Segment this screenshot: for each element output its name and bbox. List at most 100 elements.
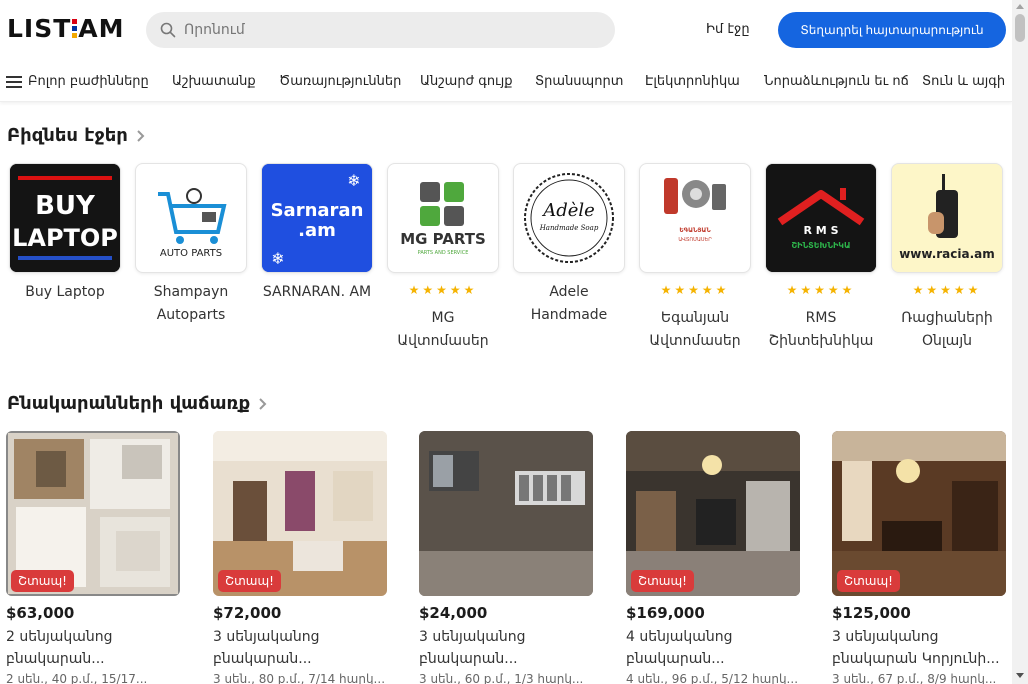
svg-text:LAPTOP: LAPTOP (12, 224, 118, 252)
listing-meta: 3 սեն., 67 ք.մ., 8/9 հարկ... (832, 672, 997, 684)
nav-item-fashion[interactable]: Նորաձևություն եւ ոճ (764, 74, 909, 89)
rating-stars: ★★★★★ (786, 283, 856, 297)
svg-text:❄: ❄ (271, 249, 284, 268)
rating-stars: ★★★★★ (912, 283, 982, 297)
listing-card[interactable]: Շտապ! $63,000 2 սենյականոց բնակարան... 2… (6, 431, 180, 684)
svg-text:ԱՎՏՈՄԱՍԵՐ: ԱՎՏՈՄԱՍԵՐ (678, 237, 712, 243)
chevron-right-icon (137, 129, 145, 142)
nav-item-jobs[interactable]: Աշխատանք (172, 74, 256, 89)
business-card[interactable]: BUY LAPTOP Buy Laptop (9, 163, 121, 304)
listing-price: $63,000 (6, 604, 75, 622)
business-card[interactable]: AUTO PARTS Shampayn Autoparts (135, 163, 247, 327)
scrollbar-thumb[interactable] (1015, 14, 1025, 42)
svg-text:.am: .am (298, 220, 336, 241)
business-logo: R M S ՇԻՆՏԵԽՆԻԿԱ (765, 163, 877, 273)
chevron-right-icon (259, 397, 267, 410)
business-name: Adele Handmade (530, 284, 608, 323)
business-name: SARNARAN. AM (262, 284, 372, 300)
nav-item-home-garden[interactable]: Տուն և այգի (922, 74, 1005, 89)
listing-price: $24,000 (419, 604, 488, 622)
business-card[interactable]: R M S ՇԻՆՏԵԽՆԻԿԱ ★★★★★ RMS Շինտեխնիկա (765, 163, 877, 353)
svg-text:MG PARTS: MG PARTS (400, 230, 486, 248)
search-icon (160, 22, 176, 38)
svg-text:ՇԻՆՏԵԽՆԻԿԱ: ՇԻՆՏԵԽՆԻԿԱ (791, 241, 850, 250)
listing-card[interactable]: Շտապ! $72,000 3 սենյականոց բնակարան... 3… (213, 431, 387, 684)
svg-text:Sarnaran: Sarnaran (271, 200, 364, 221)
business-logo: MG PARTS PARTS AND SERVICE (387, 163, 499, 273)
nav-item-all-categories[interactable]: Բոլոր բաժինները (28, 74, 149, 89)
nav-item-vehicles[interactable]: Տրանսպորտ (535, 74, 623, 89)
business-pages-heading[interactable]: Բիզնես էջեր (7, 125, 145, 146)
listing-price: $125,000 (832, 604, 911, 622)
business-logo: BUY LAPTOP (9, 163, 121, 273)
apartments-heading[interactable]: Բնակարանների վաճառք (7, 393, 267, 414)
listing-title: 4 սենյականոց բնակարան... (626, 629, 733, 667)
business-name: Ռացիաների Օնլայն (901, 310, 993, 349)
listing-meta: 3 սեն., 60 ք.մ., 1/3 հարկ... (419, 672, 584, 684)
logo-text-left: LIST (7, 14, 72, 43)
business-card[interactable]: Adèle Handmade Soap Adele Handmade (513, 163, 625, 327)
svg-text:BUY: BUY (35, 191, 96, 221)
page-scrollbar[interactable] (1012, 0, 1028, 684)
listing-photo: Շտապ! (213, 431, 387, 596)
svg-text:Adèle: Adèle (541, 200, 595, 221)
listing-title: 3 սենյականոց բնակարան... (213, 629, 320, 667)
listing-card[interactable]: Շտապ! $169,000 4 սենյականոց բնակարան... … (626, 431, 800, 684)
business-card[interactable]: MG PARTS PARTS AND SERVICE ★★★★★ MG Ավտո… (387, 163, 499, 353)
urgent-badge: Շտապ! (837, 570, 900, 592)
svg-text:PARTS AND SERVICE: PARTS AND SERVICE (418, 250, 469, 256)
listing-meta: 4 սեն., 96 ք.մ., 5/12 հարկ... (626, 672, 799, 684)
business-name: Buy Laptop (25, 284, 105, 300)
business-name: RMS Շինտեխնիկա (768, 310, 874, 349)
business-logo: Adèle Handmade Soap (513, 163, 625, 273)
business-logo: ԵԳԱՆՅԱՆ ԱՎՏՈՄԱՍԵՐ (639, 163, 751, 273)
listing-photo (419, 431, 593, 596)
svg-text:R M S: R M S (804, 224, 839, 237)
nav-item-electronics[interactable]: Էլեկտրոնիկա (645, 74, 740, 89)
business-logo: ❄ ❄ Sarnaran .am (261, 163, 373, 273)
listing-photo: Շտապ! (6, 431, 180, 596)
svg-text:ԵԳԱՆՅԱՆ: ԵԳԱՆՅԱՆ (679, 227, 711, 234)
business-logo: AUTO PARTS (135, 163, 247, 273)
svg-text:❄: ❄ (347, 171, 360, 190)
business-name: Եգանյան Ավտոմասեր (649, 310, 741, 349)
business-name: Shampayn Autoparts (153, 284, 229, 323)
category-nav: Բոլոր բաժինները Աշխատանք Ծառայություններ… (0, 62, 1012, 102)
business-card[interactable]: www.racia.am ★★★★★ Ռացիաների Օնլայն (891, 163, 1003, 353)
svg-text:www.racia.am: www.racia.am (899, 247, 995, 261)
listing-title: 3 սենյականոց բնակարան Կորյունի... (832, 629, 1000, 667)
business-card[interactable]: ԵԳԱՆՅԱՆ ԱՎՏՈՄԱՍԵՐ ★★★★★ Եգանյան Ավտոմասե… (639, 163, 751, 353)
apartments-title: Բնակարանների վաճառք (7, 393, 251, 414)
urgent-badge: Շտապ! (218, 570, 281, 592)
menu-icon[interactable] (6, 76, 22, 88)
search-bar[interactable] (146, 12, 615, 48)
nav-item-real-estate[interactable]: Անշարժ գույք (420, 74, 513, 89)
listing-title: 3 սենյականոց բնակարան... (419, 629, 526, 667)
listing-photo: Շտապ! (832, 431, 1006, 596)
urgent-badge: Շտապ! (631, 570, 694, 592)
scroll-up-arrow-icon[interactable] (1016, 4, 1024, 9)
search-input[interactable] (184, 22, 584, 38)
listing-price: $169,000 (626, 604, 705, 622)
rating-stars: ★★★★★ (660, 283, 730, 297)
business-logo: www.racia.am (891, 163, 1003, 273)
header: LIST AM Իմ էջը Տեղադրել հայտարարություն (0, 0, 1012, 62)
post-ad-button[interactable]: Տեղադրել հայտարարություն (778, 12, 1006, 48)
svg-text:Handmade Soap: Handmade Soap (539, 224, 599, 232)
rating-stars: ★★★★★ (408, 283, 478, 297)
listing-title: 2 սենյականոց բնակարան... (6, 629, 113, 667)
urgent-badge: Շտապ! (11, 570, 74, 592)
nav-item-services[interactable]: Ծառայություններ (279, 74, 401, 89)
list-am-logo[interactable]: LIST AM (7, 14, 125, 43)
my-account-link[interactable]: Իմ էջը (706, 22, 750, 37)
business-card[interactable]: ❄ ❄ Sarnaran .am SARNARAN. AM (261, 163, 373, 304)
listing-card[interactable]: Շտապ! $125,000 3 սենյականոց բնակարան Կոր… (832, 431, 1006, 684)
svg-text:AUTO PARTS: AUTO PARTS (160, 248, 222, 259)
listing-card[interactable]: $24,000 3 սենյականոց բնակարան... 3 սեն.,… (419, 431, 593, 684)
business-pages-title: Բիզնես էջեր (7, 125, 128, 146)
listing-meta: 3 սեն., 80 ք.մ., 7/14 հարկ... (213, 672, 386, 684)
listing-meta: 2 սեն., 40 ք.մ., 15/17... (6, 672, 148, 684)
scroll-down-arrow-icon[interactable] (1016, 673, 1024, 678)
business-name: MG Ավտոմասեր (397, 310, 489, 349)
flag-dots (72, 19, 78, 38)
